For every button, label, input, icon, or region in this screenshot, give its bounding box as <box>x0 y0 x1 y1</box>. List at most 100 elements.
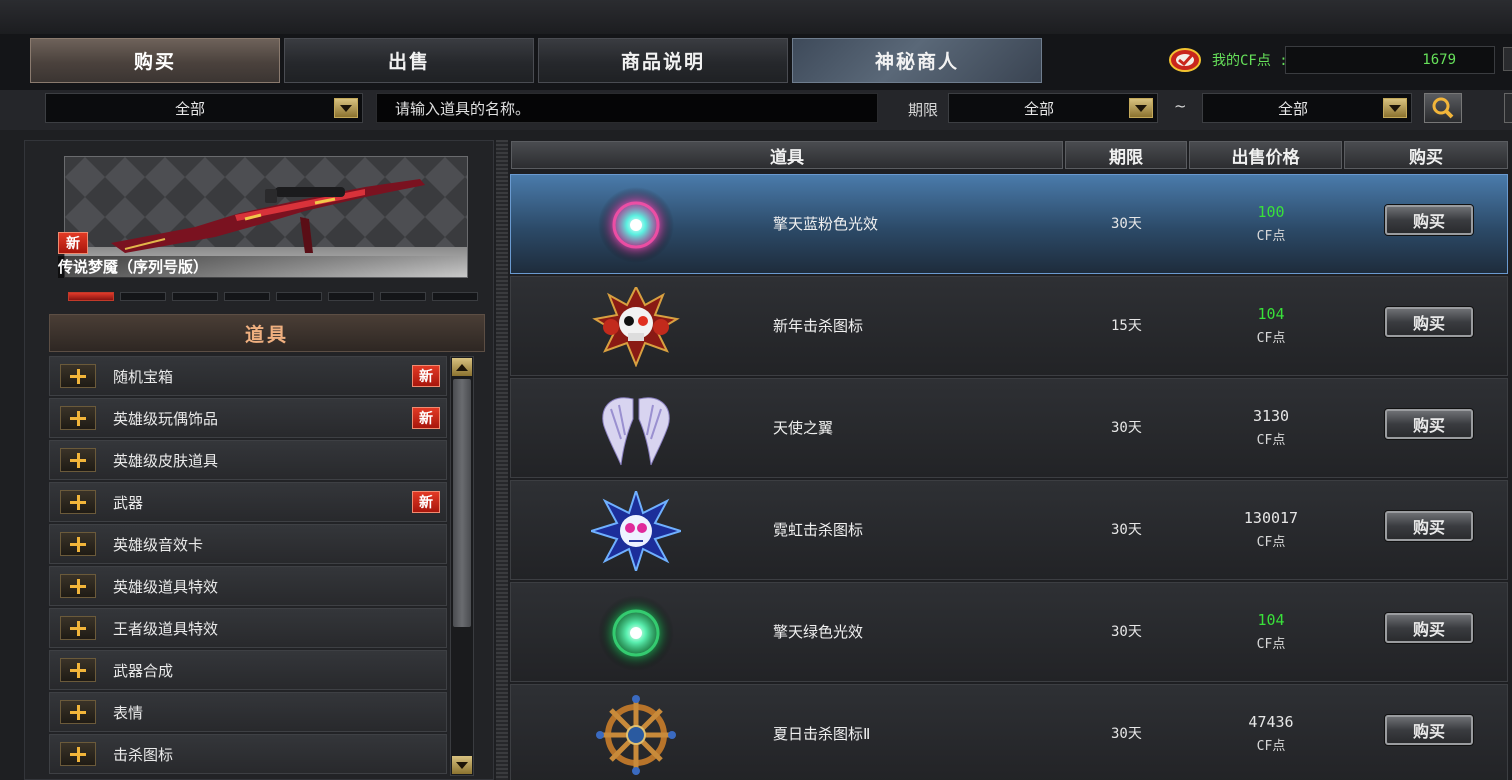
buy-button[interactable]: 购买 <box>1385 307 1473 337</box>
category-select[interactable]: 全部 <box>45 93 363 123</box>
banner-page-dot[interactable] <box>432 292 478 301</box>
cf-points-display: 我的CF点 : 1679 <box>1168 44 1495 76</box>
category-header: 道具 <box>49 314 485 352</box>
plus-icon[interactable] <box>60 364 96 388</box>
category-scrollbar[interactable] <box>450 356 474 776</box>
item-period: 30天 <box>1111 726 1142 742</box>
category-select-value: 全部 <box>174 99 205 118</box>
search-button[interactable] <box>1424 93 1462 123</box>
plus-icon[interactable] <box>60 574 96 598</box>
category-item[interactable]: 英雄级道具特效 <box>49 566 447 606</box>
item-period: 30天 <box>1111 522 1142 538</box>
plus-icon[interactable] <box>60 406 96 430</box>
item-price: 104 <box>1257 305 1285 323</box>
banner-page-dot[interactable] <box>120 292 166 301</box>
category-item[interactable]: 英雄级玩偶饰品 新 <box>49 398 447 438</box>
banner-page-dot[interactable] <box>224 292 270 301</box>
cf-expand-button[interactable] <box>1503 47 1512 71</box>
column-header-buy: 购买 <box>1344 141 1508 169</box>
ship-wheel-kill-icon <box>591 695 681 775</box>
panel-edge-button[interactable] <box>1504 93 1512 123</box>
period-range-tilde: ~ <box>1174 97 1187 115</box>
item-price: 100 <box>1257 203 1285 221</box>
category-item[interactable]: 表情 <box>49 692 447 732</box>
item-period: 30天 <box>1111 420 1142 436</box>
item-price-unit: CF点 <box>1256 535 1286 550</box>
plus-icon[interactable] <box>60 532 96 556</box>
buy-button[interactable]: 购买 <box>1385 613 1473 643</box>
shop-window: 购买 出售 商品说明 神秘商人 我的CF点 : 1679 全部 请输入道具的名称… <box>0 0 1512 780</box>
item-price: 130017 <box>1243 509 1299 527</box>
item-search-input[interactable]: 请输入道具的名称。 <box>376 93 878 123</box>
plus-icon[interactable] <box>60 616 96 640</box>
scroll-thumb[interactable] <box>453 379 471 627</box>
banner-page-dot[interactable] <box>68 292 114 301</box>
category-item[interactable]: 武器 新 <box>49 482 447 522</box>
category-label: 英雄级音效卡 <box>113 535 204 554</box>
plus-icon[interactable] <box>60 490 96 514</box>
plus-icon[interactable] <box>60 658 96 682</box>
cf-points-label: 我的CF点 : <box>1212 53 1288 69</box>
table-row[interactable]: 夏日击杀图标Ⅱ 30天 47436 CF点 购买 <box>510 684 1508 780</box>
chevron-down-icon[interactable] <box>1129 98 1153 118</box>
category-label: 武器 <box>113 493 144 512</box>
item-price: 3130 <box>1252 407 1290 425</box>
item-price-unit: CF点 <box>1256 637 1286 652</box>
new-badge: 新 <box>412 491 440 513</box>
table-row[interactable]: 擎天蓝粉色光效 30天 100 CF点 购买 <box>510 174 1508 274</box>
table-row[interactable]: 霓虹击杀图标 30天 130017 CF点 购买 <box>510 480 1508 580</box>
banner-page-dot[interactable] <box>276 292 322 301</box>
item-price: 47436 <box>1248 713 1294 731</box>
buy-button[interactable]: 购买 <box>1385 205 1473 235</box>
category-item[interactable]: 英雄级皮肤道具 <box>49 440 447 480</box>
period-from-select[interactable]: 全部 <box>948 93 1158 123</box>
featured-item-title: 传说梦魇（序列号版） <box>58 256 468 278</box>
item-period: 30天 <box>1111 624 1142 640</box>
neon-skull-kill-icon <box>587 487 685 575</box>
item-period: 30天 <box>1111 216 1142 232</box>
category-label: 王者级道具特效 <box>113 619 219 638</box>
plus-icon[interactable] <box>60 448 96 472</box>
skull-kill-icon <box>591 284 681 368</box>
item-name: 夏日击杀图标Ⅱ <box>773 725 871 743</box>
tab-item-description[interactable]: 商品说明 <box>538 38 788 83</box>
cf-points-value: 1679 <box>1285 46 1495 74</box>
tab-sell[interactable]: 出售 <box>284 38 534 83</box>
tab-mystery-merchant[interactable]: 神秘商人 <box>792 38 1042 83</box>
chevron-down-icon[interactable] <box>1383 98 1407 118</box>
new-badge: 新 <box>58 232 88 254</box>
scroll-down-arrow-icon[interactable] <box>452 756 472 774</box>
table-row[interactable]: 天使之翼 30天 3130 CF点 购买 <box>510 378 1508 478</box>
panel-divider <box>496 140 508 780</box>
table-row[interactable]: 擎天绿色光效 30天 104 CF点 购买 <box>510 582 1508 682</box>
category-label: 英雄级皮肤道具 <box>113 451 219 470</box>
category-list: 随机宝箱新 英雄级玩偶饰品新 英雄级皮肤道具 武器 新 英雄级音效卡 英雄级道具特… <box>49 356 447 776</box>
period-to-select[interactable]: 全部 <box>1202 93 1412 123</box>
category-item[interactable]: 击杀图标 <box>49 734 447 774</box>
category-label: 英雄级玩偶饰品 <box>113 409 219 428</box>
buy-button[interactable]: 购买 <box>1385 409 1473 439</box>
plus-icon[interactable] <box>60 742 96 766</box>
item-price: 104 <box>1257 611 1285 629</box>
item-name: 天使之翼 <box>773 419 834 437</box>
buy-button[interactable]: 购买 <box>1385 511 1473 541</box>
plus-icon[interactable] <box>60 700 96 724</box>
category-label: 随机宝箱 <box>113 367 174 386</box>
banner-page-dot[interactable] <box>380 292 426 301</box>
category-label: 击杀图标 <box>113 745 174 764</box>
category-item[interactable]: 英雄级音效卡 <box>49 524 447 564</box>
item-price-unit: CF点 <box>1256 331 1286 346</box>
banner-page-dot[interactable] <box>328 292 374 301</box>
category-item[interactable]: 王者级道具特效 <box>49 608 447 648</box>
scroll-up-arrow-icon[interactable] <box>452 358 472 376</box>
buy-button[interactable]: 购买 <box>1385 715 1473 745</box>
category-item[interactable]: 武器合成 <box>49 650 447 690</box>
item-price-unit: CF点 <box>1256 433 1286 448</box>
table-row[interactable]: 新年击杀图标 15天 104 CF点 购买 <box>510 276 1508 376</box>
tab-buy[interactable]: 购买 <box>30 38 280 83</box>
banner-page-dot[interactable] <box>172 292 218 301</box>
glow-effect-green-icon <box>591 593 681 673</box>
chevron-down-icon[interactable] <box>334 98 358 118</box>
category-item[interactable]: 随机宝箱 新 <box>49 356 447 396</box>
column-header-item: 道具 <box>511 141 1063 169</box>
